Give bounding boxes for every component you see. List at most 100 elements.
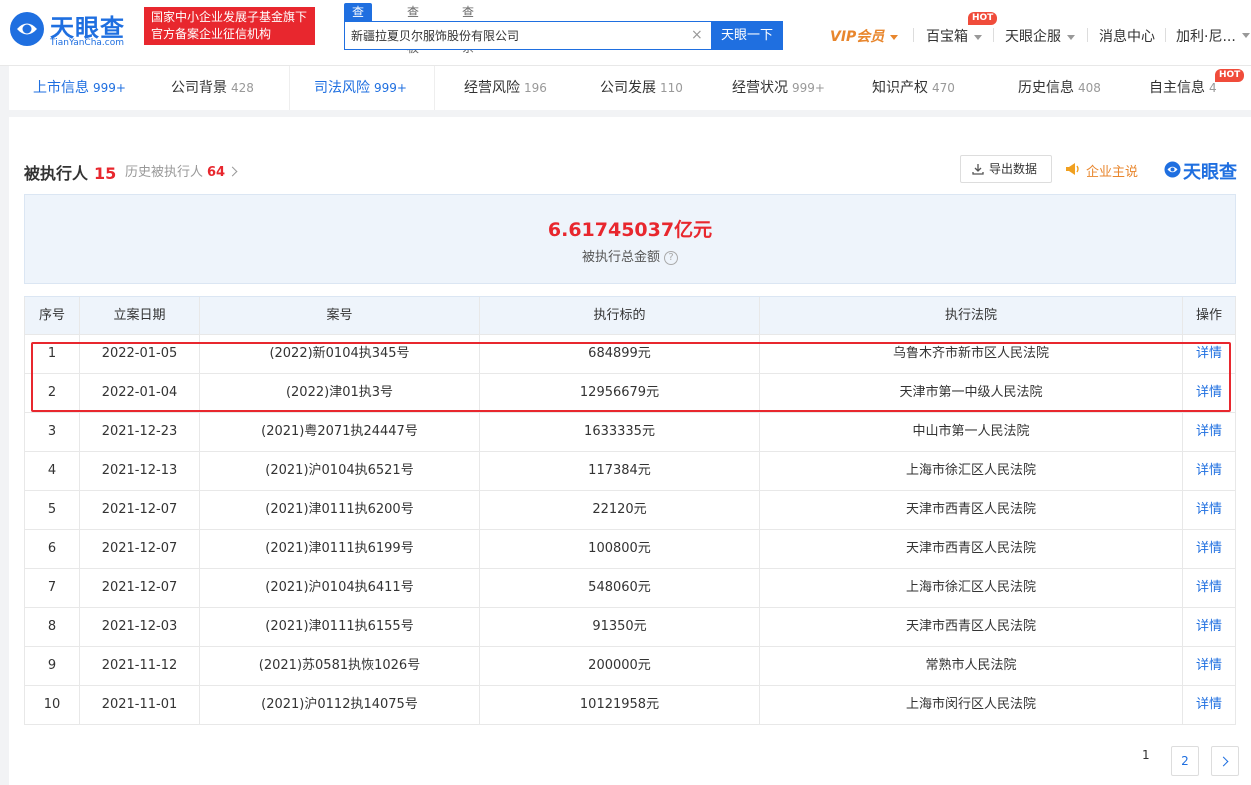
history-label: 历史被执行人: [125, 165, 204, 180]
detail-link[interactable]: 详情: [1183, 608, 1236, 647]
tab-count: 999+: [374, 81, 407, 95]
tab-divider: [289, 66, 290, 110]
next-page-button[interactable]: [1211, 746, 1239, 776]
tab-count: 196: [524, 81, 547, 95]
page-current[interactable]: 1: [1142, 748, 1150, 762]
tab-label: 经营风险: [464, 80, 520, 96]
row-index: 9: [24, 647, 80, 686]
court-name: 上海市徐汇区人民法院: [760, 569, 1183, 608]
help-icon[interactable]: ?: [664, 251, 678, 265]
brand-watermark: 天眼查: [1164, 158, 1237, 184]
tab-count: 4: [1209, 81, 1217, 95]
column-header: 序号: [24, 297, 80, 336]
tab-label: 司法风险: [314, 80, 370, 96]
dimension-tabs: 上市信息 999+ 公司背景 428 司法风险 999+ 经营风险 196 公司发展 11…: [9, 66, 1251, 110]
execution-amount: 548060元: [480, 569, 760, 608]
nav-baobao[interactable]: 百宝箱: [926, 26, 982, 46]
filing-date: 2021-11-01: [80, 686, 200, 725]
filing-date: 2021-12-03: [80, 608, 200, 647]
site-logo[interactable]: 天眼查 TianYanCha.com: [8, 8, 136, 48]
chevron-right-icon: [227, 166, 238, 177]
history-count: 64: [207, 165, 226, 180]
detail-link[interactable]: 详情: [1183, 647, 1236, 686]
court-name: 天津市西青区人民法院: [760, 608, 1183, 647]
table-row: 8 2021-12-03 (2021)津0111执6155号 91350元 天津…: [24, 608, 1236, 647]
badge-line-2: 官方备案企业征信机构: [151, 27, 272, 41]
filing-date: 2021-12-23: [80, 413, 200, 452]
case-number: (2021)沪0112执14075号: [200, 686, 480, 725]
search-input[interactable]: [345, 22, 685, 49]
execution-amount: 200000元: [480, 647, 760, 686]
clear-icon[interactable]: ×: [691, 27, 703, 43]
detail-link[interactable]: 详情: [1183, 491, 1236, 530]
search-tab-company[interactable]: 查公司: [344, 3, 373, 55]
case-number: (2021)苏0581执恢1026号: [200, 647, 480, 686]
tab-count: 110: [660, 81, 683, 95]
nav-divider: [913, 28, 914, 42]
chevron-down-icon: [974, 34, 982, 40]
tab-history[interactable]: 历史信息 408: [1018, 66, 1101, 110]
filing-date: 2021-11-12: [80, 647, 200, 686]
tab-divider: [434, 66, 435, 110]
tab-count: 428: [231, 81, 254, 95]
search-tab-relation[interactable]: 查关系: [462, 3, 474, 55]
nav-qifu[interactable]: 天眼企服: [1005, 26, 1075, 46]
detail-link[interactable]: 详情: [1183, 686, 1236, 725]
column-header: 立案日期: [80, 297, 200, 336]
court-name: 中山市第一人民法院: [760, 413, 1183, 452]
execution-amount: 1633335元: [480, 413, 760, 452]
tab-label: 公司发展: [600, 80, 656, 96]
nav-user[interactable]: 加利·尼...: [1176, 26, 1236, 46]
row-index: 8: [24, 608, 80, 647]
case-number: (2021)津0111执6200号: [200, 491, 480, 530]
row-index: 6: [24, 530, 80, 569]
tab-background[interactable]: 公司背景 428: [171, 66, 254, 110]
tab-self-info[interactable]: 自主信息 4: [1149, 66, 1217, 110]
tab-label: 上市信息: [33, 80, 89, 96]
nav-divider: [993, 28, 994, 42]
tab-business-risk[interactable]: 经营风险 196: [464, 66, 547, 110]
claim-link[interactable]: 企业主说: [1064, 161, 1138, 180]
tab-listing[interactable]: 上市信息 999+: [33, 66, 126, 110]
export-label: 导出数据: [989, 162, 1038, 176]
table-row: 10 2021-11-01 (2021)沪0112执14075号 1012195…: [24, 686, 1236, 725]
section-count: 15: [94, 164, 117, 183]
case-number: (2021)沪0104执6411号: [200, 569, 480, 608]
tab-legal-risk[interactable]: 司法风险 999+: [314, 66, 407, 110]
nav-user-label: 加利·尼...: [1176, 29, 1236, 45]
export-button[interactable]: 导出数据: [960, 155, 1052, 183]
page-2-button[interactable]: 2: [1171, 746, 1199, 776]
detail-link[interactable]: 详情: [1183, 569, 1236, 608]
detail-link[interactable]: 详情: [1183, 530, 1236, 569]
row-index: 3: [24, 413, 80, 452]
detail-link[interactable]: 详情: [1183, 452, 1236, 491]
tab-label: 公司背景: [171, 80, 227, 96]
court-name: 天津市西青区人民法院: [760, 491, 1183, 530]
detail-link[interactable]: 详情: [1183, 413, 1236, 452]
search-tab-boss[interactable]: 查老板: [407, 3, 419, 55]
filing-date: 2021-12-07: [80, 530, 200, 569]
tab-label: 自主信息: [1149, 80, 1205, 96]
chevron-down-icon: [1067, 34, 1075, 40]
main-panel: 被执行人 15 历史被执行人 64 导出数据 企业主说 天眼查 6.61745037…: [9, 117, 1251, 785]
total-amount: 6.61745037亿元: [547, 219, 713, 241]
brand-label: 天眼查: [1183, 162, 1237, 183]
filing-date: 2021-12-07: [80, 569, 200, 608]
table-row: 3 2021-12-23 (2021)粤2071执24447号 1633335元…: [24, 413, 1236, 452]
search-button[interactable]: 天眼一下: [711, 21, 783, 50]
tab-ip[interactable]: 知识产权 470: [872, 66, 955, 110]
badge-line-1: 国家中小企业发展子基金旗下: [151, 10, 308, 24]
filing-date: 2021-12-07: [80, 491, 200, 530]
tab-operations[interactable]: 经营状况 999+: [732, 66, 825, 110]
history-link[interactable]: 历史被执行人 64: [125, 161, 238, 180]
tab-development[interactable]: 公司发展 110: [600, 66, 683, 110]
hot-badge: HOT: [968, 12, 998, 25]
nav-baobao-label: 百宝箱: [926, 29, 968, 45]
hot-badge: HOT: [1215, 69, 1245, 82]
nav-messages[interactable]: 消息中心: [1099, 26, 1155, 46]
execution-amount: 91350元: [480, 608, 760, 647]
chevron-right-icon: [1218, 756, 1229, 767]
court-name: 常熟市人民法院: [760, 647, 1183, 686]
download-icon: [972, 164, 984, 175]
nav-vip[interactable]: VIP会员: [830, 26, 899, 46]
